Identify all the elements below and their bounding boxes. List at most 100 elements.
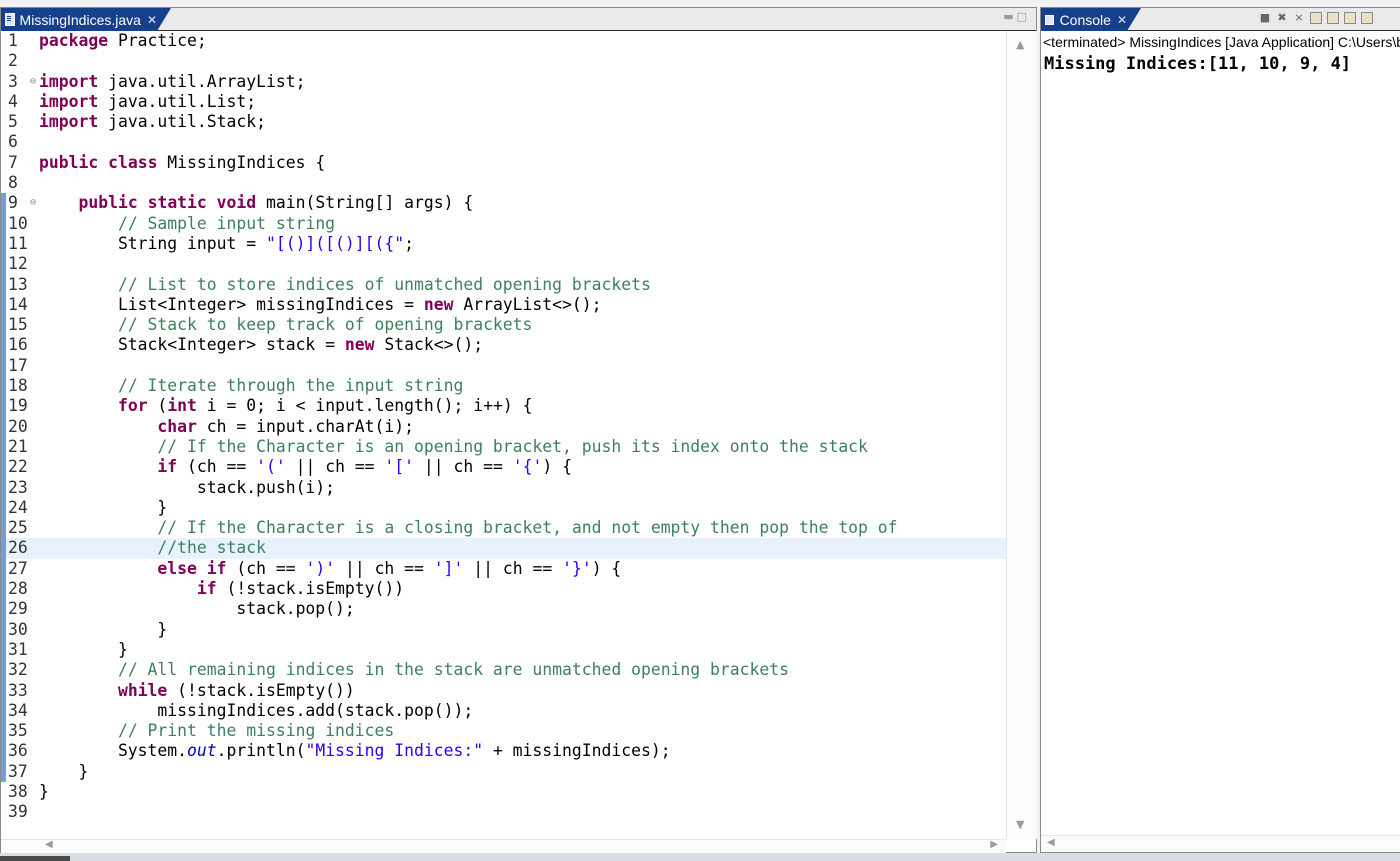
code-line[interactable]: 23 stack.push(i);: [1, 477, 1006, 498]
code-token: '}': [562, 558, 592, 578]
scroll-left-icon[interactable]: ◀: [45, 839, 53, 850]
pin-console-icon[interactable]: [1361, 12, 1373, 24]
code-line[interactable]: 5 import java.util.Stack;: [1, 112, 1006, 132]
code-line[interactable]: 14 List<Integer> missingIndices = new Ar…: [1, 294, 1006, 316]
code-line[interactable]: 3 ⊖ import java.util.ArrayList;: [1, 72, 1006, 92]
code-token: class: [108, 152, 158, 172]
scroll-up-icon[interactable]: ▲: [1016, 38, 1024, 51]
code-token: || ch ==: [335, 558, 434, 578]
code-line[interactable]: 12: [1, 254, 1006, 275]
maximize-icon[interactable]: □: [1017, 10, 1030, 23]
console-close-icon[interactable]: ✕: [1117, 13, 1127, 27]
code-line[interactable]: 24 }: [1, 497, 1006, 519]
code-line[interactable]: 21 // If the Character is an opening bra…: [1, 436, 1006, 458]
code-token: }: [39, 781, 49, 801]
code-line[interactable]: 9 ⊖ public static void main(String[] args…: [1, 193, 1006, 214]
change-marker: [1, 741, 6, 762]
minimize-icon[interactable]: ▬: [1003, 10, 1016, 23]
code-line[interactable]: 20 char ch = input.charAt(i);: [1, 416, 1006, 437]
code-line[interactable]: 37 }: [1, 761, 1006, 782]
line-number: 9: [8, 193, 18, 213]
code-line[interactable]: 17: [1, 355, 1006, 377]
console-horizontal-scrollbar[interactable]: ◀: [1041, 835, 1400, 852]
code-token: // Stack to keep track of opening bracke…: [117, 315, 533, 335]
code-line[interactable]: 38}: [1, 782, 1006, 802]
code-line[interactable]: 2: [1, 51, 1006, 71]
code-line[interactable]: 33 while (!stack.isEmpty()): [1, 680, 1006, 701]
code-line[interactable]: 8: [1, 173, 1006, 193]
code-line[interactable]: 22 if (ch == '(' || ch == '[' || ch == '…: [1, 457, 1006, 478]
code-line[interactable]: 35 // Print the missing indices: [1, 721, 1006, 742]
code-line[interactable]: 18 // Iterate through the input string: [1, 376, 1006, 397]
change-marker: [1, 72, 6, 92]
scroll-down-icon[interactable]: ▼: [1016, 818, 1024, 831]
code-token: // Iterate through the input string: [117, 376, 464, 396]
editor-tab[interactable]: MissingIndices.java ✕: [1, 8, 171, 31]
fold-toggle-icon[interactable]: ⊖: [30, 193, 36, 213]
code-token: }: [39, 497, 168, 517]
java-file-icon: [5, 13, 15, 26]
terminate-icon[interactable]: ■: [1259, 12, 1271, 24]
editor-vertical-scrollbar[interactable]: ▲ ▼: [1006, 31, 1037, 839]
code-line[interactable]: 1 package Practice;: [1, 31, 1006, 51]
code-line[interactable]: 6: [1, 132, 1006, 152]
show-on-output-icon[interactable]: [1344, 12, 1356, 24]
code-text: // Print the missing indices: [39, 721, 394, 741]
code-line[interactable]: 26 //the stack: [1, 538, 1006, 559]
code-line[interactable]: 25 // If the Character is a closing brac…: [1, 518, 1006, 539]
code-line[interactable]: 36 System.out.println("Missing Indices:"…: [1, 741, 1006, 762]
code-line[interactable]: 10 // Sample input string: [1, 213, 1006, 234]
clear-console-icon[interactable]: [1310, 12, 1322, 24]
scroll-lock-icon[interactable]: [1327, 12, 1339, 24]
console-scroll-left-icon[interactable]: ◀: [1047, 837, 1055, 848]
line-number: 25: [8, 518, 28, 538]
code-line[interactable]: 16 Stack<Integer> stack = new Stack<>();: [1, 335, 1006, 356]
editor-horizontal-scrollbar[interactable]: ◀ ▶: [1, 839, 1006, 853]
console-tab[interactable]: Console ✕: [1041, 8, 1141, 31]
change-marker: [1, 782, 6, 802]
tab-close-icon[interactable]: ✕: [147, 13, 157, 27]
code-token: missingIndices.add(stack.pop());: [39, 700, 474, 720]
code-line[interactable]: 30 }: [1, 619, 1006, 640]
remove-launch-icon[interactable]: ✖: [1276, 12, 1288, 24]
code-line[interactable]: 28 if (!stack.isEmpty()): [1, 579, 1006, 600]
console-output[interactable]: Missing Indices:[11, 10, 9, 4]: [1044, 54, 1351, 74]
code-text: package Practice;: [39, 31, 207, 51]
code-line[interactable]: 19 for (int i = 0; i < input.length(); i…: [1, 396, 1006, 417]
code-line[interactable]: 39: [1, 802, 1006, 822]
code-line[interactable]: 29 stack.pop();: [1, 599, 1006, 620]
scroll-right-icon[interactable]: ▶: [990, 839, 998, 850]
code-token: if: [196, 579, 217, 599]
code-text: //the stack: [39, 538, 266, 558]
code-line[interactable]: 27 else if (ch == ')' || ch == ']' || ch…: [1, 558, 1006, 580]
fold-toggle-icon[interactable]: ⊖: [30, 72, 36, 92]
code-line[interactable]: 32 // All remaining indices in the stack…: [1, 660, 1006, 681]
code-line[interactable]: 13 // List to store indices of unmatched…: [1, 274, 1006, 295]
line-number: 5: [8, 112, 18, 132]
code-token: // If the Character is a closing bracket…: [157, 518, 898, 538]
code-line[interactable]: 34 missingIndices.add(stack.pop());: [1, 700, 1006, 722]
code-token: }: [39, 761, 89, 781]
code-line[interactable]: 11 String input = "[()]([()][({";: [1, 233, 1006, 255]
line-number: 10: [8, 213, 28, 233]
code-line[interactable]: 4 import java.util.List;: [1, 92, 1006, 112]
code-token: ']': [433, 558, 464, 578]
line-number: 35: [8, 721, 28, 741]
code-token: ) {: [542, 457, 572, 477]
change-marker: [1, 254, 6, 275]
code-token: for: [117, 396, 148, 416]
code-token: '[': [384, 457, 415, 477]
remove-all-launches-icon[interactable]: ⨯: [1293, 12, 1305, 24]
code-line[interactable]: 31 }: [1, 639, 1006, 661]
code-line[interactable]: 7 public class MissingIndices {: [1, 153, 1006, 173]
code-editor[interactable]: 1 package Practice; 2 3 ⊖ import java.util.Ar…: [1, 31, 1006, 841]
code-line[interactable]: 15 // Stack to keep track of opening bra…: [1, 315, 1006, 336]
change-marker: [1, 538, 6, 559]
code-text: List<Integer> missingIndices = new Array…: [39, 295, 602, 315]
console-panel: Console ✕ ■ ✖ ⨯ <terminated> MissingIndi…: [1040, 7, 1400, 853]
